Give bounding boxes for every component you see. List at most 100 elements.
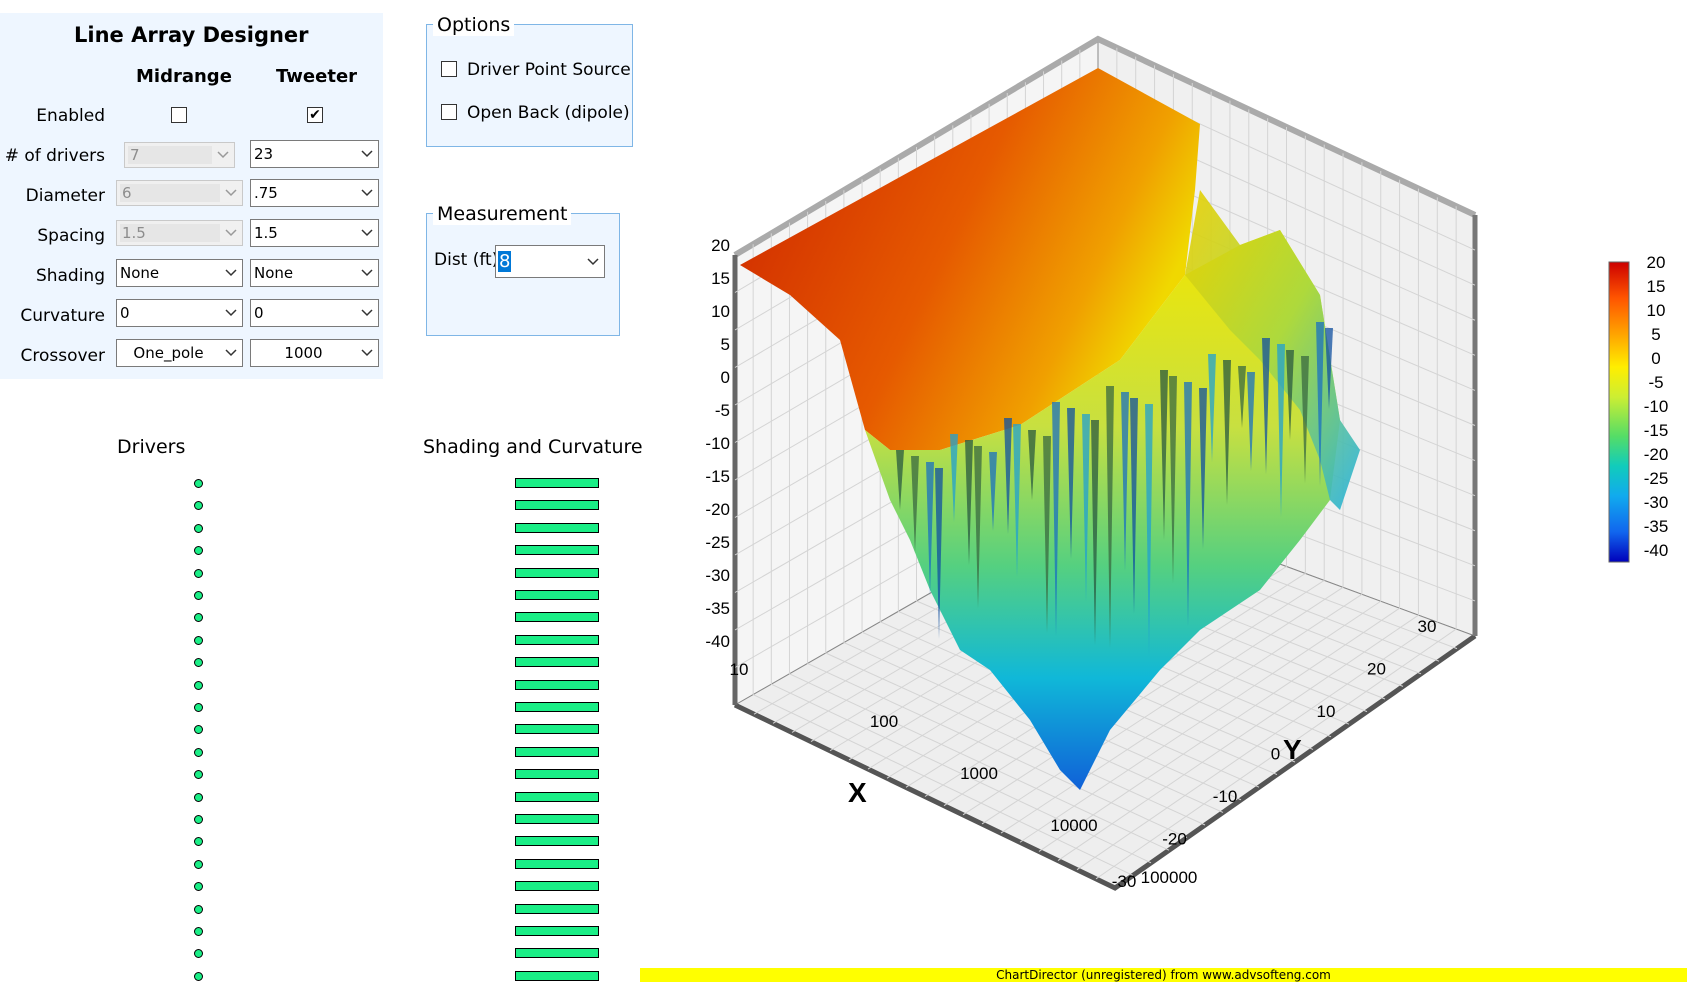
midrange-enabled-checkbox[interactable]	[171, 107, 187, 123]
driver-dot	[194, 479, 203, 488]
z-tick-label: -5	[715, 401, 730, 420]
colorbar-tick-label: -20	[1644, 445, 1669, 464]
z-tick-label: 10	[711, 302, 730, 321]
shading-bar	[515, 500, 599, 511]
shading-bar	[515, 724, 599, 735]
colorbar-tick-label: 15	[1647, 277, 1666, 296]
driver-dot	[194, 904, 203, 914]
midrange-spacing-select[interactable]: 1.5	[116, 220, 243, 246]
measurement-title: Measurement	[433, 203, 572, 225]
x-tick-label: 1000	[960, 764, 998, 783]
colorbar-tick-label: 10	[1647, 301, 1666, 320]
dist-label: Dist (ft)	[434, 250, 499, 270]
tweeter-curvature-select[interactable]: 0	[250, 299, 379, 327]
shading-bar	[515, 948, 599, 959]
shading-bar	[515, 746, 599, 757]
driver-dot	[194, 792, 203, 802]
z-tick-label: -40	[705, 632, 730, 651]
x-tick-label: 10000	[1050, 816, 1097, 835]
shading-bar	[515, 836, 599, 847]
y-tick-label: 0	[1271, 745, 1280, 764]
options-group	[426, 24, 633, 147]
z-axis-ticks: 20 15 10 5 0 -5 -10 -15 -20 -25 -30 -35 -40	[705, 236, 730, 651]
driver-dot	[194, 837, 203, 847]
tweeter-enabled-checkbox[interactable]: ✔	[307, 107, 323, 123]
driver-dot	[194, 635, 203, 645]
z-tick-label: -35	[705, 599, 730, 618]
surface-chart: 20 15 10 5 0 -5 -10 -15 -20 -25 -30 -35 -40 10 10 0 100…	[705, 35, 1669, 891]
y-tick-label: 20	[1367, 660, 1386, 679]
colorbar-tick-label: -25	[1644, 469, 1669, 488]
chevron-down-icon	[356, 180, 378, 206]
z-tick-label: 15	[711, 269, 730, 288]
y-tick-label: 10	[1317, 702, 1336, 721]
tweeter-spacing-select[interactable]: 1.5	[250, 219, 379, 247]
midrange-shading-select[interactable]: None	[116, 259, 243, 287]
z-tick-label: -30	[705, 566, 730, 585]
tweeter-shading-select[interactable]: None	[250, 259, 379, 287]
curvature-label: Curvature	[20, 306, 105, 326]
dist-select[interactable]: 8	[495, 245, 605, 278]
midrange-crossover-select[interactable]: One_pole	[116, 339, 243, 367]
designer-title: Line Array Designer	[74, 23, 309, 47]
tweeter-column-header: Tweeter	[276, 66, 358, 87]
z-tick-label: 5	[721, 335, 730, 354]
colorbar-tick-label: -10	[1644, 397, 1669, 416]
chevron-down-icon	[356, 300, 378, 326]
driver-dot	[194, 815, 203, 824]
y-tick-label: -10	[1213, 787, 1238, 806]
shading-bar	[515, 926, 599, 936]
driver-dot	[194, 546, 203, 556]
driver-point-source-label: Driver Point Source	[467, 60, 631, 80]
driver-dot	[194, 523, 203, 533]
tweeter-diameter-select[interactable]: .75	[250, 179, 379, 207]
midrange-column-header: Midrange	[136, 66, 232, 87]
chartdirector-banner: ChartDirector (unregistered) from www.ad…	[640, 968, 1687, 982]
midrange-curvature-select[interactable]: 0	[116, 299, 243, 327]
shading-label: Shading	[35, 266, 105, 286]
driver-dot	[194, 927, 203, 936]
shading-bar	[515, 679, 599, 690]
shading-bar	[515, 478, 599, 488]
crossover-label: Crossover	[20, 346, 105, 366]
shading-bar	[515, 814, 599, 824]
shading-bar	[515, 791, 599, 802]
shading-bar	[515, 545, 599, 556]
chevron-down-icon	[220, 260, 242, 286]
y-tick-label: 30	[1418, 617, 1437, 636]
shading-bar	[515, 522, 599, 533]
driver-point-source-checkbox[interactable]	[441, 61, 457, 77]
colorbar-tick-label: -35	[1644, 517, 1669, 536]
chevron-down-icon	[212, 143, 234, 167]
tweeter-crossover-select[interactable]: 1000	[250, 339, 379, 367]
driver-dot	[194, 591, 203, 600]
dist-value: 8	[498, 251, 512, 272]
shading-bar	[515, 702, 599, 712]
z-tick-label: 0	[721, 368, 730, 387]
driver-dot	[194, 703, 203, 712]
colorbar-tick-label: -15	[1644, 421, 1669, 440]
tweeter-drivers-select[interactable]: 23	[250, 140, 379, 168]
open-back-label: Open Back (dipole)	[467, 103, 630, 123]
driver-dot	[194, 747, 203, 757]
shading-bar	[515, 858, 599, 869]
shading-bar	[515, 612, 599, 623]
chevron-down-icon	[220, 300, 242, 326]
driver-dot	[194, 613, 203, 623]
x-tick-label: 100000	[1141, 868, 1198, 887]
shading-bar	[515, 881, 599, 892]
driver-dot	[194, 770, 203, 780]
open-back-checkbox[interactable]	[441, 104, 457, 120]
shading-bar	[515, 657, 599, 668]
colorbar-ticks: 20 15 10 5 0 -5 -10 -15 -20 -25 -30 -35 -40	[1644, 253, 1669, 560]
colorbar-tick-label: -40	[1644, 541, 1669, 560]
y-tick-label: -20	[1162, 830, 1187, 849]
chevron-down-icon	[356, 220, 378, 246]
midrange-diameter-select[interactable]: 6	[116, 180, 243, 206]
midrange-drivers-select[interactable]: 7	[124, 142, 235, 168]
chevron-down-icon	[356, 340, 378, 366]
drivers-title: Drivers	[117, 436, 186, 458]
shading-bar	[515, 567, 599, 578]
colorbar-tick-label: -30	[1644, 493, 1669, 512]
y-tick-label: -30	[1112, 872, 1137, 891]
